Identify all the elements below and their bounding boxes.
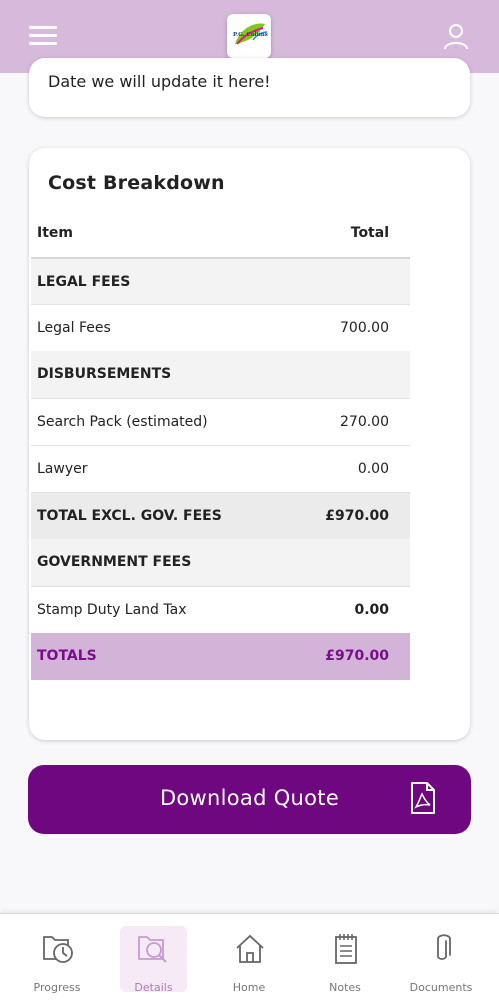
nav-label: Details [134, 981, 173, 994]
home-icon [236, 934, 264, 963]
row-value: 0.00 [357, 461, 389, 477]
nav-label: Documents [409, 981, 473, 994]
nav-home[interactable]: Home [209, 926, 289, 994]
cost-table: Item Total LEGAL FEES Legal Fees 700.00 … [31, 210, 410, 680]
table-row: Lawyer 0.00 [31, 445, 410, 492]
nav-progress[interactable]: Progress [17, 926, 97, 994]
download-quote-button[interactable]: Download Quote [28, 765, 471, 834]
nav-label: Home [232, 981, 266, 994]
table-row-section: GOVERNMENT FEES [31, 539, 410, 586]
table-header-row: Item Total [31, 210, 410, 257]
row-label: Search Pack (estimated) [37, 414, 208, 430]
row-label: Lawyer [37, 461, 88, 477]
row-label: Stamp Duty Land Tax [37, 602, 187, 618]
table-row: Legal Fees 700.00 [31, 304, 410, 351]
bottom-navigation: Progress Details Home Notes Documents [0, 913, 499, 1000]
table-row-totals: TOTALS £970.00 [31, 633, 410, 680]
info-card-text: Date we will update it here! [48, 72, 271, 91]
company-logo[interactable]: P.G. Collins [227, 14, 271, 58]
row-label: TOTAL EXCL. GOV. FEES [37, 508, 222, 524]
table-row: Search Pack (estimated) 270.00 [31, 398, 410, 445]
column-header-total: Total [350, 225, 389, 241]
column-header-item: Item [37, 225, 73, 241]
row-value: 700.00 [340, 320, 389, 336]
row-value: 270.00 [340, 414, 389, 430]
table-row-section: LEGAL FEES [31, 257, 410, 304]
paperclip-icon [437, 934, 451, 960]
download-quote-label: Download Quote [159, 786, 340, 810]
row-label: Legal Fees [37, 320, 111, 336]
row-value: £970.00 [325, 508, 389, 524]
nav-label: Notes [329, 981, 361, 994]
cost-breakdown-title: Cost Breakdown [48, 172, 225, 194]
hamburger-menu-icon[interactable] [29, 24, 58, 46]
nav-details[interactable]: Details [120, 926, 187, 994]
logo-text: P.G. Collins [233, 32, 268, 38]
nav-notes[interactable]: Notes [305, 926, 385, 994]
progress-clock-icon [43, 936, 73, 963]
row-label: LEGAL FEES [37, 274, 131, 290]
nav-documents[interactable]: Documents [401, 926, 481, 994]
row-label: GOVERNMENT FEES [37, 554, 192, 570]
info-card: Date we will update it here! [29, 58, 470, 117]
user-profile-icon[interactable] [442, 22, 470, 50]
row-value: 0.00 [354, 602, 389, 618]
nav-label: Progress [33, 981, 81, 994]
notes-icon [335, 934, 357, 964]
row-label: DISBURSEMENTS [37, 366, 172, 382]
table-row: Stamp Duty Land Tax 0.00 [31, 586, 410, 633]
table-row-subtotal: TOTAL EXCL. GOV. FEES £970.00 [31, 492, 410, 539]
pdf-file-icon [411, 782, 435, 814]
details-search-icon [138, 936, 167, 963]
table-row-section: DISBURSEMENTS [31, 351, 410, 398]
row-value: £970.00 [325, 648, 389, 664]
row-label: TOTALS [37, 648, 97, 664]
